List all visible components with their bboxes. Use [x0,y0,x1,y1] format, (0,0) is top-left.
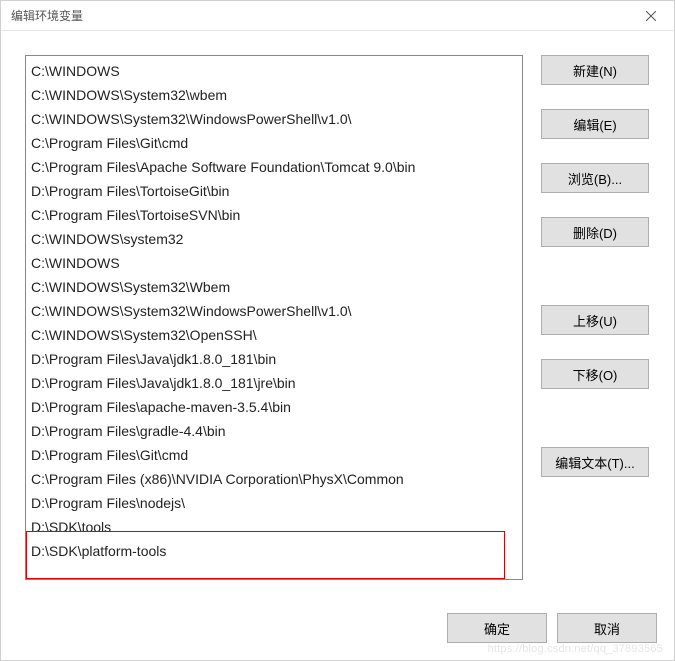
close-icon [646,11,656,21]
list-item[interactable]: D:\Program Files\Java\jdk1.8.0_181\bin [26,346,522,370]
movedown-button[interactable]: 下移(O) [541,359,649,389]
list-item[interactable]: D:\Program Files\Git\cmd [26,442,522,466]
path-listbox[interactable]: C:\WINDOWSC:\WINDOWS\System32\wbemC:\WIN… [25,55,523,580]
delete-button[interactable]: 删除(D) [541,217,649,247]
side-button-column: 新建(N) 编辑(E) 浏览(B)... 删除(D) 上移(U) 下移(O) 编… [541,55,649,575]
close-button[interactable] [636,6,666,26]
window-title: 编辑环境变量 [11,7,83,24]
moveup-button[interactable]: 上移(U) [541,305,649,335]
dialog-content: C:\WINDOWSC:\WINDOWS\System32\wbemC:\WIN… [1,31,674,591]
list-item[interactable]: D:\Program Files\gradle-4.4\bin [26,418,522,442]
list-item[interactable]: C:\WINDOWS\System32\WindowsPowerShell\v1… [26,106,522,130]
edit-button[interactable]: 编辑(E) [541,109,649,139]
list-item[interactable]: C:\Program Files (x86)\NVIDIA Corporatio… [26,466,522,490]
list-item[interactable]: D:\SDK\platform-tools [26,538,522,562]
edittext-button[interactable]: 编辑文本(T)... [541,447,649,477]
list-item[interactable]: D:\Program Files\apache-maven-3.5.4\bin [26,394,522,418]
title-bar: 编辑环境变量 [1,1,674,31]
list-item[interactable]: C:\WINDOWS\system32 [26,226,522,250]
list-item[interactable]: C:\WINDOWS [26,250,522,274]
list-item[interactable]: C:\WINDOWS\System32\OpenSSH\ [26,322,522,346]
list-item[interactable]: D:\Program Files\nodejs\ [26,490,522,514]
dialog-footer: 确定 取消 [447,613,657,643]
list-item[interactable]: C:\WINDOWS\System32\Wbem [26,274,522,298]
list-item[interactable]: C:\WINDOWS [26,58,522,82]
watermark-text: https://blog.csdn.net/qq_37893565 [488,643,663,655]
list-item[interactable]: C:\WINDOWS\System32\WindowsPowerShell\v1… [26,298,522,322]
list-item[interactable]: C:\Program Files\TortoiseSVN\bin [26,202,522,226]
browse-button[interactable]: 浏览(B)... [541,163,649,193]
ok-button[interactable]: 确定 [447,613,547,643]
cancel-button[interactable]: 取消 [557,613,657,643]
list-item[interactable]: D:\Program Files\TortoiseGit\bin [26,178,522,202]
new-button[interactable]: 新建(N) [541,55,649,85]
list-item[interactable]: C:\WINDOWS\System32\wbem [26,82,522,106]
list-item[interactable]: C:\Program Files\Git\cmd [26,130,522,154]
list-item[interactable]: C:\Program Files\Apache Software Foundat… [26,154,522,178]
list-item[interactable]: D:\SDK\tools [26,514,522,538]
list-item[interactable]: D:\Program Files\Java\jdk1.8.0_181\jre\b… [26,370,522,394]
